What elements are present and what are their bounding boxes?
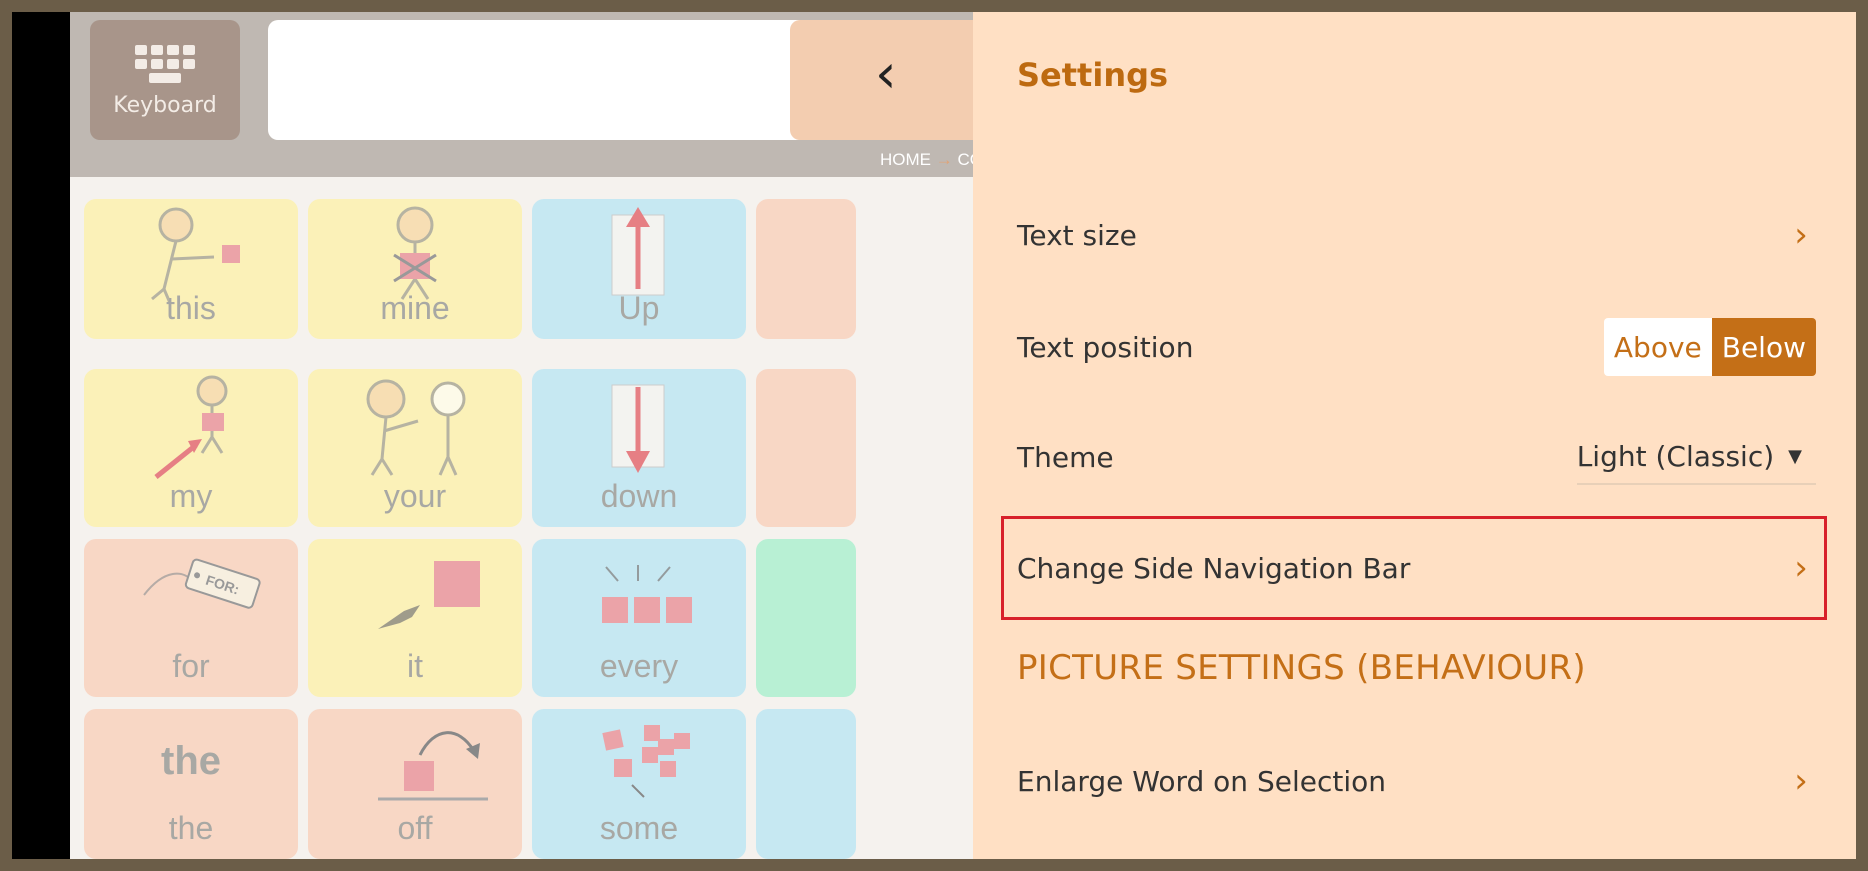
message-bar[interactable] [268,20,868,140]
breadcrumb[interactable]: HOME → CO [880,150,983,170]
point-it-icon [378,561,480,629]
tile-word: your [383,478,447,514]
tile-my[interactable]: my [84,369,298,527]
tile-partial[interactable] [756,539,856,697]
text-position-label: Text position [1017,330,1194,364]
tile-word: mine [380,290,450,326]
tile-partial[interactable] [756,369,856,527]
tile-word: down [600,478,678,514]
tile-every[interactable]: every [532,539,746,697]
theme-value: Light (Classic) [1576,439,1775,473]
keyboard-icon [135,44,195,83]
tile-word: the [168,810,214,846]
tile-your[interactable]: your [308,369,522,527]
back-chevron-icon[interactable]: ‹ [875,47,897,101]
tile-word: some [599,810,679,846]
tile-the[interactable]: the the [84,709,298,859]
picture-settings-heading: PICTURE SETTINGS (BEHAVIOUR) [1017,648,1586,688]
your-icon [366,379,466,476]
tile-mine[interactable]: mine [308,199,522,339]
tile-down[interactable]: down [532,369,746,527]
tile-it[interactable]: it [308,539,522,697]
tile-word: every [599,648,679,684]
chevron-right-icon: › [1794,761,1808,801]
some-icon [602,725,690,798]
option-below[interactable]: Below [1711,318,1816,376]
theme-row: Theme Light (Classic) ▼ [1017,427,1816,487]
chevron-right-icon: › [1794,215,1808,255]
keyboard-label: Keyboard [113,92,217,118]
chevron-right-icon: › [1794,548,1808,588]
breadcrumb-separator: → [935,150,953,169]
tile-up[interactable]: Up [532,199,746,339]
side-nav-label: Change Side Navigation Bar [1017,551,1411,585]
enlarge-word-label: Enlarge Word on Selection [1017,764,1386,798]
settings-panel: Settings Text size › Text position Above… [973,12,1856,859]
settings-title: Settings [1017,56,1169,94]
keyboard-button[interactable]: Keyboard [90,20,240,140]
tile-partial[interactable] [756,709,856,859]
text-position-row: Text position Above Below [1017,317,1816,377]
option-above[interactable]: Above [1603,318,1712,376]
tile-word: my [169,478,213,514]
text-position-toggle[interactable]: Above Below [1603,318,1816,376]
caret-down-icon: ▼ [1788,445,1802,467]
tile-off[interactable]: off [308,709,522,859]
tile-word: for [172,648,210,684]
tile-word: off [397,810,433,846]
the-symbol: the [161,739,221,783]
text-size-label: Text size [1017,218,1137,252]
tile-for[interactable]: FOR: for [84,539,298,697]
enlarge-word-row[interactable]: Enlarge Word on Selection › [1017,751,1816,811]
tile-word: Up [618,290,660,326]
side-nav-row[interactable]: Change Side Navigation Bar › [1017,538,1816,598]
breadcrumb-home[interactable]: HOME [880,150,931,169]
down-arrow-icon [611,384,665,473]
theme-select[interactable]: Light (Classic) ▼ [1576,430,1816,485]
text-size-row[interactable]: Text size › [1017,205,1816,265]
tile-word: this [166,290,216,326]
off-icon [378,731,488,801]
tile-some[interactable]: some [532,709,746,859]
tile-partial[interactable] [756,199,856,339]
my-icon [154,375,228,479]
every-icon [602,565,692,623]
tile-word: it [407,648,423,684]
for-tag-icon: FOR: [143,558,261,609]
tile-this[interactable]: this [84,199,298,339]
theme-label: Theme [1017,440,1114,474]
